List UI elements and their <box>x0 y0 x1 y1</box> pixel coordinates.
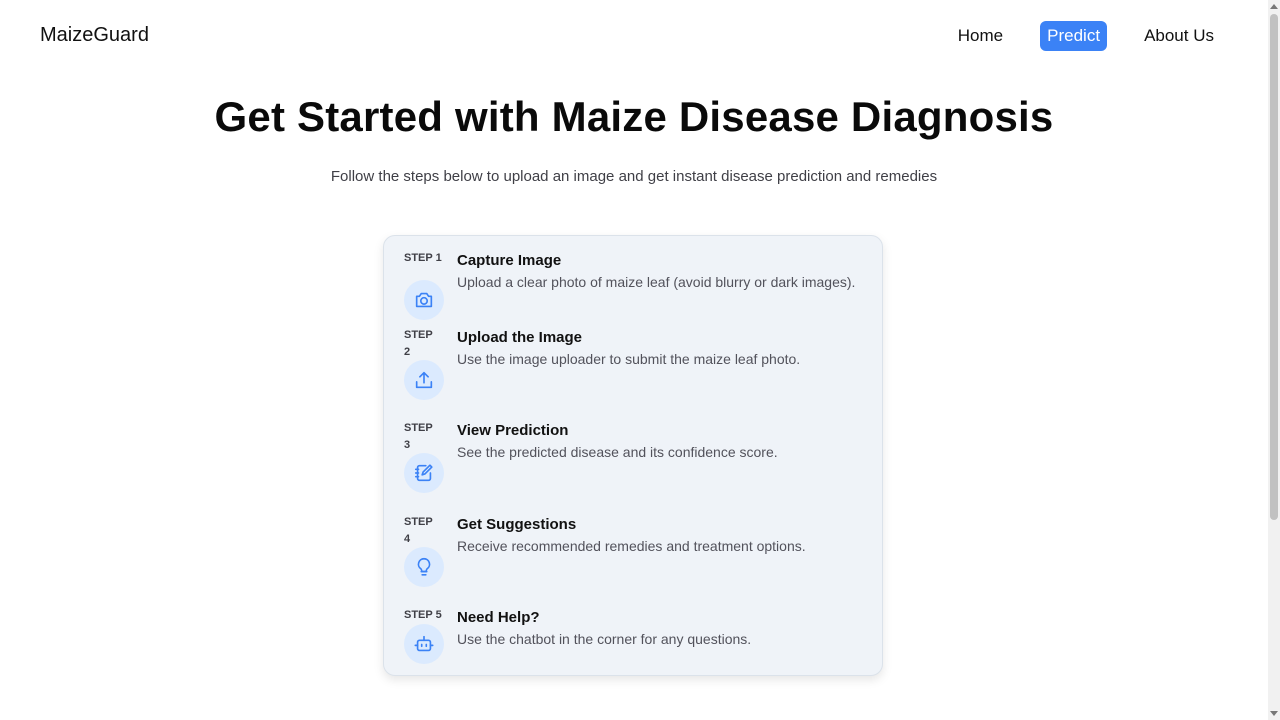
step-4-tag: STEP 4 <box>404 516 433 545</box>
lightbulb-icon <box>404 547 444 587</box>
nav-link-home[interactable]: Home <box>951 21 1010 51</box>
nav-link-about-us[interactable]: About Us <box>1137 21 1221 51</box>
page-scrollbar[interactable] <box>1268 0 1280 720</box>
step-3-title: View Prediction <box>457 422 569 439</box>
page-subtitle: Follow the steps below to upload an imag… <box>330 168 938 185</box>
step-5-tag: STEP 5 <box>404 609 442 621</box>
step-1-title: Capture Image <box>457 252 562 269</box>
scroll-up-arrow-icon[interactable] <box>1270 4 1278 9</box>
page-title: Get Started with Maize Disease Diagnosis <box>214 93 1054 140</box>
step-1-tag: STEP 1 <box>404 252 442 264</box>
step-2-tag: STEP 2 <box>404 329 433 358</box>
nav-links: Home Predict About Us <box>951 21 1221 51</box>
step-5-title: Need Help? <box>457 609 540 626</box>
step-3-tag: STEP 3 <box>404 422 433 451</box>
brand-logo[interactable]: MaizeGuard <box>40 24 149 47</box>
step-4-title: Get Suggestions <box>457 516 577 533</box>
scroll-down-arrow-icon[interactable] <box>1270 711 1278 716</box>
upload-icon <box>404 360 444 400</box>
navbar: MaizeGuard Home Predict About Us <box>0 0 1268 72</box>
step-1-desc: Upload a clear photo of maize leaf (avoi… <box>457 274 856 290</box>
step-4-desc: Receive recommended remedies and treatme… <box>457 538 806 554</box>
step-2-title: Upload the Image <box>457 329 583 346</box>
step-3-desc: See the predicted disease and its confid… <box>457 444 778 460</box>
steps-card: STEP 1 Capture Image Upload a clear phot… <box>383 235 883 676</box>
notebook-edit-icon <box>404 453 444 493</box>
bot-icon <box>404 624 444 664</box>
step-5-desc: Use the chatbot in the corner for any qu… <box>457 631 752 647</box>
step-2-desc: Use the image uploader to submit the mai… <box>457 351 801 367</box>
camera-icon <box>404 280 444 320</box>
scrollbar-thumb[interactable] <box>1270 14 1278 520</box>
nav-link-predict[interactable]: Predict <box>1040 21 1108 51</box>
